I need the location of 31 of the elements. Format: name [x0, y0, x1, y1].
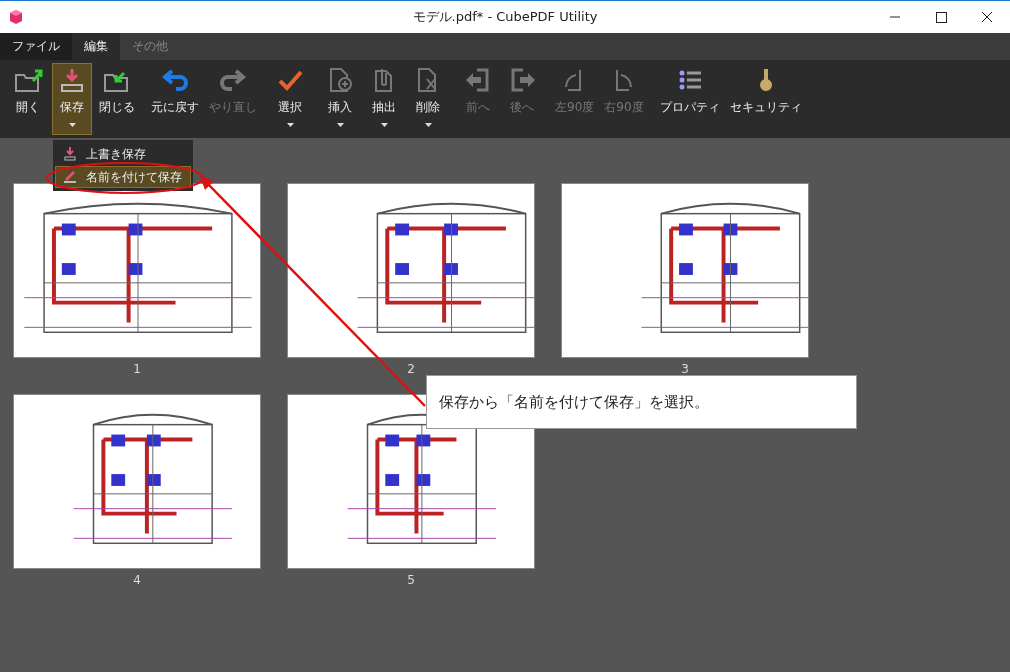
- page-thumbnail[interactable]: [287, 183, 535, 358]
- pencil-icon: [62, 169, 78, 185]
- toolbar-button[interactable]: 抽出: [364, 63, 404, 135]
- page-thumbnail[interactable]: [13, 394, 261, 569]
- toolbar-button[interactable]: 元に戻す: [148, 63, 202, 135]
- page-number: 4: [133, 573, 141, 589]
- toolbar-button[interactable]: 保存: [52, 63, 92, 135]
- menu-item[interactable]: 上書き保存: [55, 143, 191, 165]
- menu-item[interactable]: 名前を付けて保存: [55, 166, 191, 188]
- tray-arrow-icon: [62, 146, 78, 162]
- undo-icon: [160, 67, 190, 93]
- app-logo-icon: [8, 9, 24, 25]
- annotation-callout: 保存から「名前を付けて保存」を選択。: [426, 375, 857, 429]
- page-number: 3: [681, 362, 689, 378]
- toolbar-button[interactable]: 閉じる: [96, 63, 138, 135]
- toolbar-button[interactable]: 削除: [408, 63, 448, 135]
- page-number: 1: [133, 362, 141, 378]
- page-thumbnail[interactable]: [561, 183, 809, 358]
- menu-tab[interactable]: ファイル: [0, 33, 72, 60]
- page-number: 5: [407, 573, 415, 589]
- toolbar-button[interactable]: セキュリティ: [726, 63, 805, 135]
- redo-icon: [218, 67, 248, 93]
- page-number: 2: [407, 362, 415, 378]
- page-thumbnail[interactable]: [13, 183, 261, 358]
- toolbar-button[interactable]: 開く: [8, 63, 48, 135]
- window-title: モデル.pdf* - CubePDF Utility: [411, 8, 599, 26]
- toolbar-button[interactable]: 挿入: [320, 63, 360, 135]
- folder-arrow-icon: [13, 67, 43, 93]
- toolbar-button[interactable]: 選択: [270, 63, 310, 135]
- menu-tab[interactable]: 編集: [72, 33, 120, 60]
- toolbar-button[interactable]: プロパティ: [656, 63, 723, 135]
